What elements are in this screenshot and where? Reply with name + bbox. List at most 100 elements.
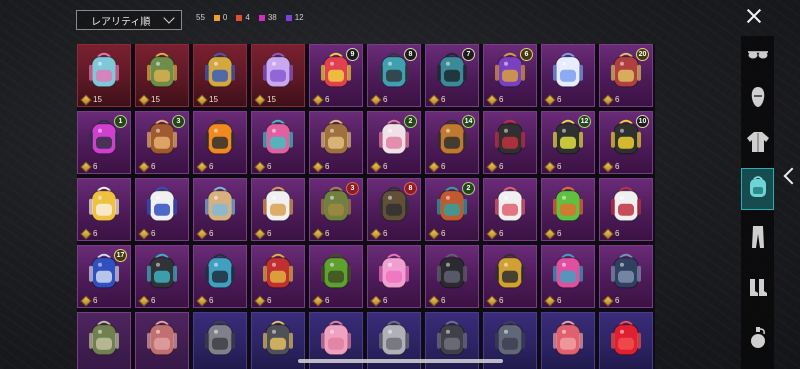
inventory-item[interactable]: 63 [135,111,189,174]
inventory-item[interactable]: 15 [135,44,189,107]
inventory-item[interactable]: 6 [483,245,537,308]
currency-diamond-icon [486,93,498,106]
inventory-item[interactable]: 6 17 [77,245,131,308]
item-level-badge: 9 [346,48,359,61]
currency-diamond-icon [254,160,266,173]
tab-boots[interactable] [741,268,774,310]
inventory-item[interactable]: 6 [541,245,595,308]
item-quantity: 15 [196,93,218,106]
item-grid-container[interactable]: 15 15 15 15 6 9 6 8 6 7 6 6 6 6 20 6 1 6 3 6 6 6 6 2 6 14 6 6 12 6 10 6… [77,44,655,369]
inventory-item[interactable]: 6 [425,245,479,308]
item-quantity: 15 [80,93,102,106]
inventory-item[interactable]: 6 [483,178,537,241]
inventory-item[interactable]: 6 [77,178,131,241]
item-quantity: 6 [196,227,214,240]
inventory-item[interactable] [599,312,653,369]
item-quantity: 6 [196,160,213,173]
inventory-item[interactable]: 68 [367,44,421,107]
currency-diamond-icon [486,160,498,173]
backpack-striped-icon [145,184,179,229]
inventory-item[interactable]: 6 [483,111,537,174]
backpack-cyber-icon [203,251,237,296]
item-quantity-value: 6 [557,296,562,305]
sort-dropdown[interactable]: レアリティ順 [76,10,182,30]
item-quantity-value: 6 [151,229,156,238]
inventory-item[interactable]: 61 [77,111,131,174]
inventory-item[interactable]: 15 [193,44,247,107]
tab-face[interactable] [741,78,774,120]
item-quantity-value: 6 [441,296,446,305]
inventory-item[interactable]: 6 [193,245,247,308]
chevron-left-icon[interactable] [782,165,794,187]
item-quantity-value: 6 [209,229,214,238]
inventory-item[interactable]: 6 10 [599,111,653,174]
tab-glasses[interactable] [741,36,774,78]
inventory-item[interactable] [77,312,131,369]
inventory-item[interactable]: 6 [541,44,595,107]
item-quantity-value: 6 [615,296,620,305]
inventory-item[interactable]: 6 [251,111,305,174]
inventory-item[interactable] [193,312,247,369]
item-quantity: 6 [312,93,329,106]
currency-diamond-icon [370,227,382,240]
rarity-count-value: 0 [222,13,228,22]
item-level-badge: 7 [462,48,475,61]
inventory-item[interactable]: 6 [251,245,305,308]
item-quantity-value: 6 [383,229,388,238]
inventory-item[interactable]: 63 [309,178,363,241]
inventory-item[interactable]: 6 [541,178,595,241]
inventory-item[interactable]: 6 [309,111,363,174]
inventory-item[interactable]: 6 [367,245,421,308]
item-quantity-value: 6 [93,296,98,305]
tab-backpack[interactable] [741,168,774,210]
inventory-item[interactable]: 69 [309,44,363,107]
tab-grenade[interactable] [741,319,774,361]
inventory-item[interactable]: 6 [251,178,305,241]
inventory-item[interactable]: 62 [367,111,421,174]
currency-diamond-icon [312,160,324,173]
inventory-item[interactable]: 6 [193,178,247,241]
inventory-item[interactable]: 62 [425,178,479,241]
inventory-item[interactable]: 67 [425,44,479,107]
inventory-item[interactable]: 15 [77,44,131,107]
inventory-item[interactable]: 6 14 [425,111,479,174]
inventory-item[interactable]: 68 [367,178,421,241]
rarity-count: 12 [285,13,304,22]
backpack-red-icon [609,318,643,363]
item-quantity-value: 6 [267,296,272,305]
inventory-item[interactable]: 6 20 [599,44,653,107]
currency-diamond-icon [544,93,556,106]
close-button[interactable] [742,5,766,27]
item-level-badge: 12 [578,115,591,128]
item-quantity: 6 [602,93,619,106]
tab-jacket[interactable] [741,123,774,165]
rarity-count: 38 [258,13,277,22]
inventory-item[interactable]: 6 [599,245,653,308]
inventory-item[interactable] [541,312,595,369]
item-quantity-value: 6 [557,162,562,171]
currency-diamond-icon [80,227,92,240]
inventory-item[interactable]: 66 [483,44,537,107]
backpack-gold-black-icon [493,251,527,296]
inventory-item[interactable]: 6 [599,178,653,241]
inventory-item[interactable]: 6 [135,178,189,241]
inventory-item[interactable]: 15 [251,44,305,107]
home-indicator[interactable] [298,359,503,363]
item-quantity: 6 [138,160,155,173]
backpack-dark-teal-icon [145,251,179,296]
inventory-item[interactable]: 6 12 [541,111,595,174]
inventory-item[interactable]: 6 [193,111,247,174]
backpack-charcoal-icon [261,318,295,363]
item-quantity: 6 [370,160,387,173]
inventory-item[interactable] [251,312,305,369]
inventory-item[interactable]: 6 [135,245,189,308]
currency-diamond-icon [602,294,614,307]
backpack-green-icon [145,50,179,95]
item-quantity: 6 [254,227,271,240]
currency-diamond-icon [428,160,440,173]
inventory-item[interactable] [135,312,189,369]
tab-pants[interactable] [741,218,774,260]
inventory-item[interactable]: 6 [309,245,363,308]
currency-diamond-icon [428,227,440,240]
currency-diamond-icon [312,294,324,307]
